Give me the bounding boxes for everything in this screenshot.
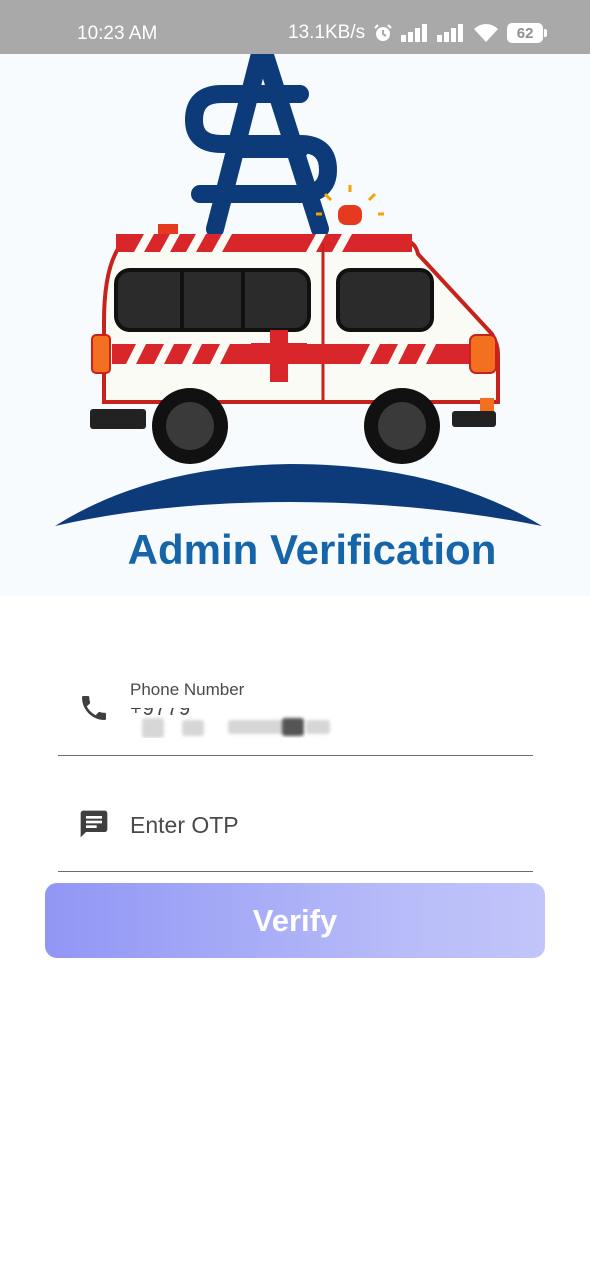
phone-number-label: Phone Number xyxy=(130,680,245,699)
redacted-block xyxy=(306,720,330,734)
page-title: Admin Verification xyxy=(128,526,497,573)
signal-icon xyxy=(437,24,464,42)
logo-illustration: Admin Verification xyxy=(55,54,542,573)
phone-number-field[interactable]: Phone Number +9779 xyxy=(58,672,533,756)
status-bar: 10:23 AM 13.1KB/s 62 xyxy=(0,0,590,54)
phone-number-input[interactable]: +9779 xyxy=(130,708,360,738)
wifi-icon xyxy=(474,24,499,42)
sa-monogram-logo xyxy=(184,54,338,238)
signal-icon xyxy=(401,24,428,42)
redacted-block xyxy=(142,718,164,738)
redacted-block xyxy=(182,720,204,736)
otp-input[interactable] xyxy=(130,812,510,839)
redacted-block xyxy=(282,718,304,736)
verify-button[interactable]: Verify xyxy=(45,883,545,958)
otp-field[interactable] xyxy=(58,790,533,872)
status-right-group: 13.1KB/s 62 xyxy=(288,22,548,44)
ambulance-illustration xyxy=(90,224,500,464)
hero-banner: Admin Verification xyxy=(0,54,590,596)
network-speed: 13.1KB/s xyxy=(288,22,366,43)
battery-icon: 62 xyxy=(507,23,548,43)
message-icon xyxy=(80,810,108,838)
ground-arc xyxy=(55,464,542,526)
alarm-icon xyxy=(374,24,392,41)
phone-icon xyxy=(82,696,106,720)
status-time: 10:23 AM xyxy=(77,23,158,44)
